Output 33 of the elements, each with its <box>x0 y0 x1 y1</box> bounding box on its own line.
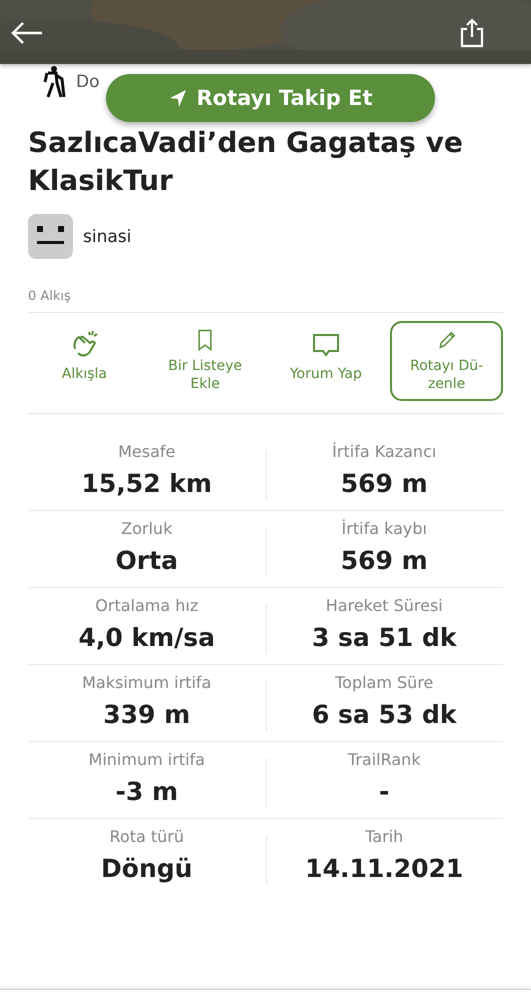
author-name[interactable]: sinasi <box>83 226 132 246</box>
stat-label: TrailRank <box>348 750 421 769</box>
stat-label: İrtifa Kazancı <box>332 442 436 461</box>
stat-label: Toplam Süre <box>335 673 434 692</box>
stat-label: Zorluk <box>121 519 172 538</box>
stat-label: Maksimum irtifa <box>82 673 212 692</box>
stat-value: 14.11.2021 <box>305 854 464 883</box>
stat-value: 569 m <box>340 469 428 498</box>
stat-label: Minimum irtifa <box>88 750 205 769</box>
share-icon[interactable] <box>458 18 486 48</box>
stat-label: Ortalama hız <box>95 596 198 615</box>
stat-value: 6 sa 53 dk <box>312 700 457 729</box>
edit-action-button[interactable]: Rotayı Dü-zenle <box>390 321 503 401</box>
stat-value: 15,52 km <box>82 469 212 498</box>
follow-route-button[interactable]: Rotayı Takip Et <box>106 74 435 122</box>
applause-count: 0 Alkış <box>28 289 503 313</box>
route-title: SazlıcaVadi’den Gagataş ve KlasikTur <box>28 125 464 199</box>
stat-label: Hareket Süresi <box>326 596 443 615</box>
stat-value: -3 m <box>115 777 178 806</box>
navigation-arrow-icon <box>168 88 188 108</box>
stat-value: 3 sa 51 dk <box>312 623 457 652</box>
category-label: Do <box>76 72 100 92</box>
stat-value: - <box>379 777 390 806</box>
stat-value: 339 m <box>103 700 190 729</box>
stat-label: İrtifa kaybı <box>342 519 427 538</box>
stat-label: Mesafe <box>118 442 176 461</box>
avatar-icon <box>28 214 73 259</box>
stat-label: Tarih <box>365 827 404 846</box>
stat-value: 4,0 km/sa <box>78 623 216 652</box>
stat-value: 569 m <box>340 546 428 575</box>
stat-value: Orta <box>116 546 178 575</box>
stat-value: Döngü <box>101 854 192 883</box>
stat-label: Rota türü <box>110 827 184 846</box>
